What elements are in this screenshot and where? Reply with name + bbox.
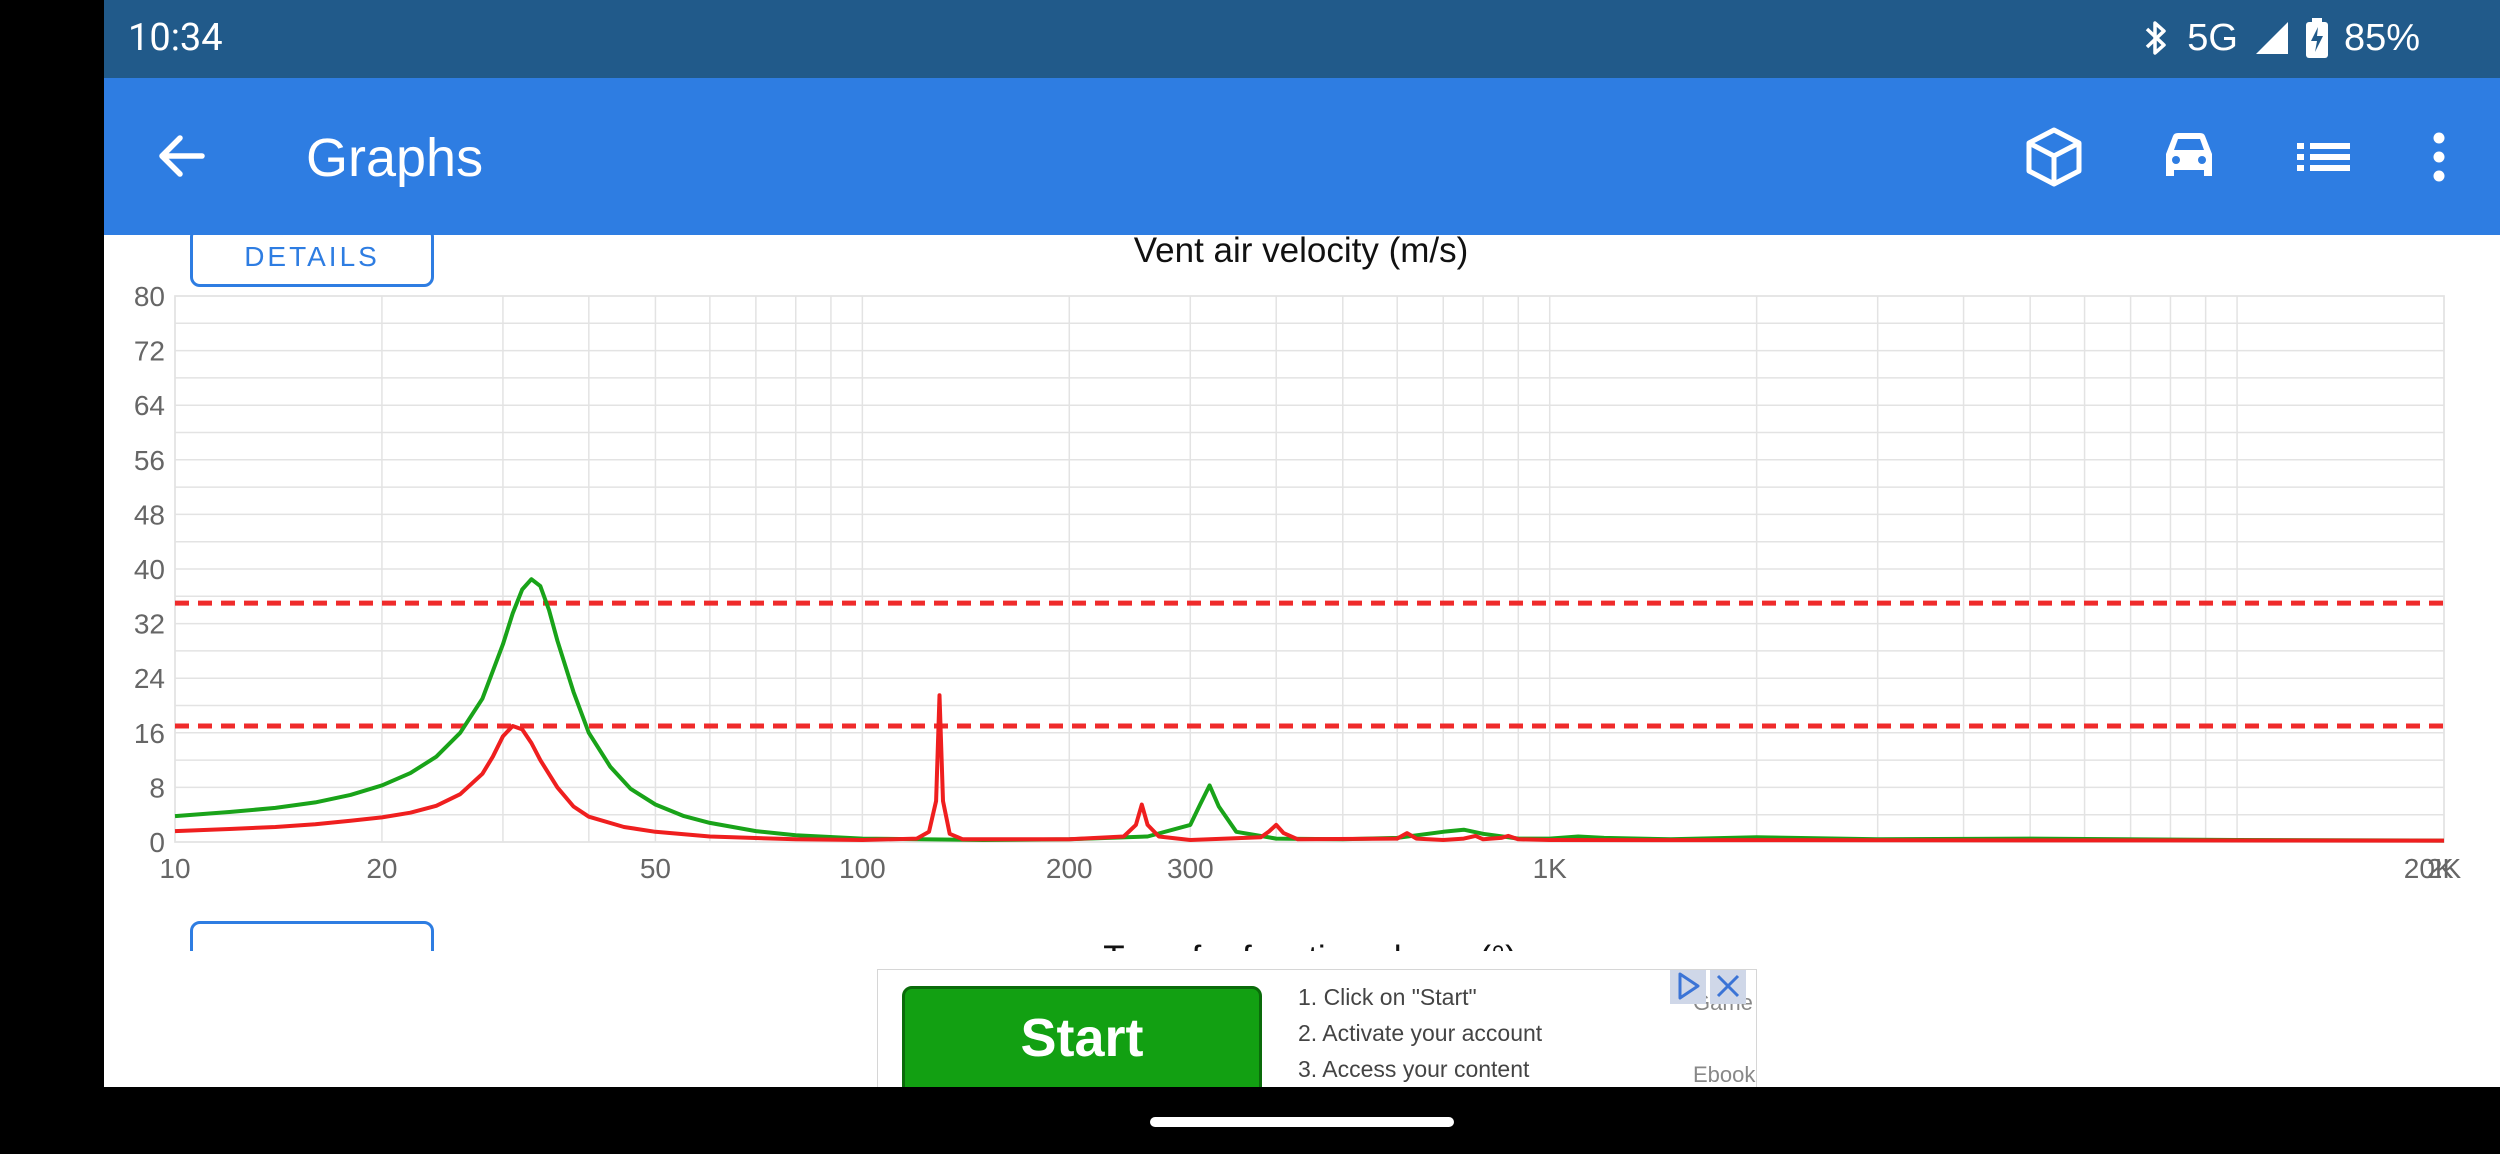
- bluetooth-icon: [2146, 21, 2166, 55]
- ad-start-button[interactable]: Start: [902, 986, 1262, 1087]
- status-bar: 10:34 5G 85%: [104, 0, 2500, 78]
- y-tick-label: 48: [134, 499, 165, 530]
- y-tick-label: 64: [134, 390, 165, 421]
- y-tick-label: 40: [134, 554, 165, 585]
- arrow-left-icon[interactable]: [152, 126, 212, 186]
- signal-icon: [2255, 22, 2288, 54]
- next-chart-details-button[interactable]: [190, 921, 434, 951]
- cube-icon[interactable]: [2019, 122, 2089, 192]
- y-tick-label: 32: [134, 609, 165, 640]
- vent-air-velocity-chart: 08162432404856647280 10 20 50 100 200 300 1K 20…: [134, 235, 2462, 951]
- list-icon[interactable]: [2289, 122, 2359, 192]
- x-tick-label: 50: [640, 853, 671, 884]
- ad-choices-icon[interactable]: [1670, 969, 1706, 1004]
- ad-step-1: 1. Click on "Start": [1298, 984, 1477, 1010]
- y-tick-label: 8: [149, 772, 165, 803]
- network-type: 5G: [2187, 16, 2238, 59]
- x-tick-label: 1K: [1533, 853, 1568, 884]
- graphs-scroll-area[interactable]: 0 8 16 24 32 40 48 56 64 72 80 10 20 50 100 200 300 1K 20…: [104, 235, 2500, 951]
- x-tick-label: 2K: [2427, 853, 2462, 884]
- page-title: Graphs: [306, 128, 484, 188]
- car-icon[interactable]: [2154, 122, 2224, 192]
- status-icons: 5G 85%: [2141, 14, 2420, 62]
- close-icon[interactable]: [1710, 969, 1746, 1004]
- x-tick-label: 20: [366, 853, 397, 884]
- x-tick-label: 300: [1167, 853, 1214, 884]
- y-tick-label: 24: [134, 663, 165, 694]
- status-time: 10:34: [128, 16, 223, 60]
- more-vert-icon[interactable]: [2404, 122, 2474, 192]
- app-screen: 10:34 5G 85% Graphs 0 8 16 24 32 40 48 5…: [104, 0, 2500, 1087]
- x-tick-label: 10: [159, 853, 190, 884]
- y-tick-label: 16: [134, 718, 165, 749]
- battery-level: 85%: [2343, 16, 2420, 59]
- chart-title: Vent air velocity (m/s): [1134, 235, 1469, 270]
- x-tick-label: 100: [839, 853, 886, 884]
- ad-step-3: 3. Access your content: [1298, 1056, 1530, 1082]
- x-axis-ticks: 10 20 50 100 200 300 1K 20K2K: [159, 853, 2461, 884]
- y-tick-label: 56: [134, 445, 165, 476]
- ad-side-label-2: Ebook: [1693, 1062, 1756, 1087]
- y-tick-label: 72: [134, 336, 165, 367]
- battery-charging-icon: [2305, 18, 2328, 58]
- x-tick-label: 200: [1046, 853, 1093, 884]
- details-button[interactable]: DETAILS: [190, 235, 434, 287]
- app-bar: Graphs: [104, 78, 2500, 235]
- home-indicator[interactable]: [1150, 1117, 1454, 1127]
- y-tick-label: 80: [134, 281, 165, 312]
- next-chart-title: Transfer function phase (°): [1103, 939, 1516, 951]
- chart-grid: [174, 295, 2445, 843]
- ad-banner[interactable]: Start 1. Click on "Start" 2. Activate yo…: [877, 969, 1757, 1087]
- y-axis-ticks: 08162432404856647280: [134, 281, 165, 858]
- ad-step-2: 2. Activate your account: [1298, 1020, 1543, 1046]
